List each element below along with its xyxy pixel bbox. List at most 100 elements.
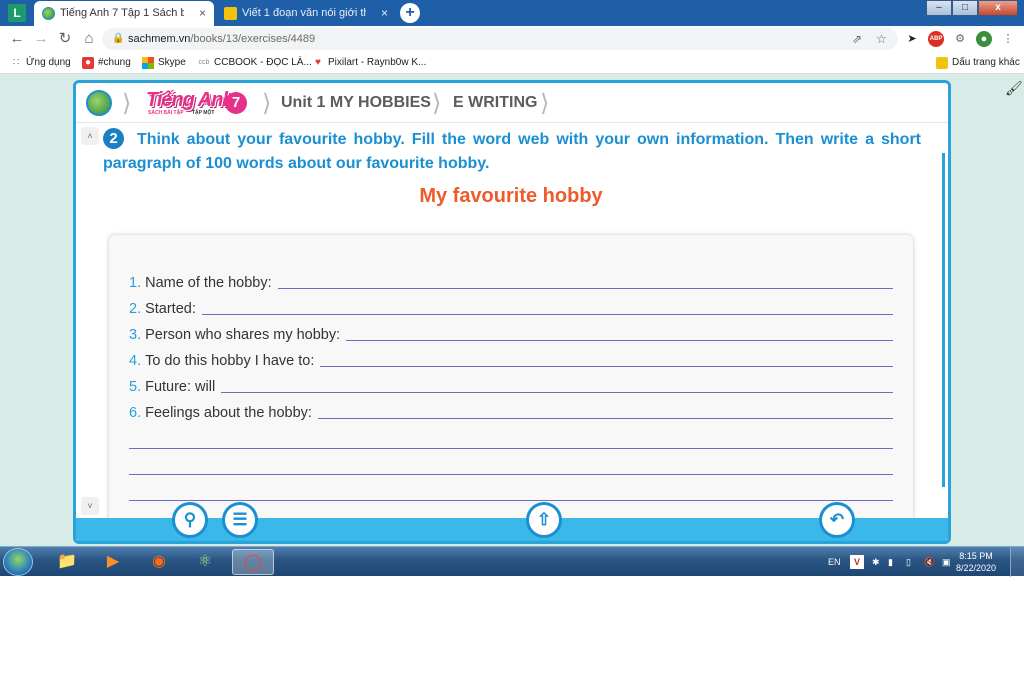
search-magnifier-button[interactable]: ⚲ (172, 502, 208, 538)
maximize-button[interactable]: □ (952, 0, 978, 16)
reload-icon[interactable]: ↻ (56, 30, 74, 48)
bookmark-ccbook[interactable]: ccb CCBOOK - ĐỌC LÀ... (198, 56, 312, 70)
answer-line[interactable] (277, 288, 893, 289)
item-label: Person who shares my hobby: (145, 327, 341, 343)
windows-taskbar: 📁 ▶ ◉ ⚛ ◯ EN V ✱ ▮ ▯ 🔇 ▣ 8:15 PM 8/22/20… (0, 546, 1024, 577)
system-clock[interactable]: 8:15 PM 8/22/2020 (956, 550, 996, 574)
tab-close-icon[interactable]: × (381, 1, 388, 26)
answer-line[interactable] (317, 418, 893, 419)
media-player-icon[interactable]: ▶ (94, 549, 132, 575)
close-window-button[interactable]: x (978, 0, 1018, 16)
lock-icon: 🔒 (112, 33, 125, 44)
exercise-instruction: Think about your favourite hobby. Fill t… (103, 131, 921, 172)
home-globe-icon[interactable] (86, 90, 112, 116)
back-undo-button[interactable]: ↶ (819, 502, 855, 538)
clock-date: 8/22/2020 (955, 563, 996, 573)
bookmark-label: CCBOOK - ĐỌC LÀ... (214, 57, 312, 68)
browser-tab-strip: L Tiếng Anh 7 Tập 1 Sách bài tập - × Viế… (0, 0, 1024, 26)
clock-time: 8:15 PM (959, 551, 993, 561)
bookmark-other[interactable]: Dấu trang khác (936, 56, 1020, 70)
show-desktop-button[interactable] (1010, 547, 1024, 577)
book-frame: ⟩ Tiếng Anh SÁCH BÀI TẬP TẬP MỘT 7 ⟩ Uni… (73, 80, 951, 544)
bookmark-label: Skype (158, 57, 186, 68)
bookmark-label: #chung (98, 57, 131, 68)
scroll-up-button[interactable]: ˄ (81, 127, 99, 145)
answer-line[interactable] (320, 366, 893, 367)
paragraph-line[interactable] (129, 448, 893, 449)
globe-favicon-icon (42, 7, 55, 20)
puzzle-extension-icon[interactable]: ⚙ (952, 31, 968, 47)
tab-close-icon[interactable]: × (199, 1, 206, 26)
cursor-extension-icon[interactable]: ➤ (904, 31, 920, 47)
tab-title: Tiếng Anh 7 Tập 1 Sách bài tập - (60, 7, 184, 19)
app-badge-icon[interactable]: L (8, 4, 26, 22)
bottom-toolbar: ⚲ ☰ ⇧ ↶ (76, 502, 948, 541)
bluetooth-icon[interactable]: ✱ (872, 547, 880, 577)
folder-icon (936, 57, 948, 69)
v-app-icon[interactable]: V (850, 555, 864, 569)
chevron-right-icon: ⟩ (432, 90, 442, 117)
item-number: 4. (129, 353, 142, 369)
item-label: Started: (145, 301, 196, 317)
chrome-taskbar-icon[interactable]: ◯ (232, 549, 274, 575)
file-explorer-icon[interactable]: 📁 (48, 549, 86, 575)
volume-muted-icon[interactable]: 🔇 (924, 547, 935, 577)
answer-line[interactable] (346, 340, 893, 341)
paintbrush-icon[interactable]: 🖌 (1005, 80, 1023, 97)
windows-icon (142, 57, 154, 69)
chat-icon: ● (82, 57, 94, 69)
logo-grade-badge: 7 (225, 92, 247, 114)
bookmark-apps[interactable]: ∷ Ứng dụng (10, 56, 71, 70)
bookmark-label: Pixilart - Raynb0w K... (328, 57, 427, 68)
exercise-content: ˄ ˅ 2 Think about your favourite hobby. … (76, 123, 946, 525)
language-indicator[interactable]: EN (828, 547, 841, 577)
minimize-button[interactable]: – (926, 0, 952, 16)
worksheet-card: 1. Name of the hobby: 2. Started: 3. Per… (109, 235, 913, 525)
back-arrow-icon[interactable]: ← (8, 30, 26, 48)
tab-inactive[interactable]: Viết 1 đoạn văn nói giới thiệu về × (216, 1, 396, 26)
battery-icon[interactable]: ▯ (906, 547, 911, 577)
logo-volume: TẬP MỘT (192, 110, 215, 116)
profile-avatar[interactable]: ● (976, 31, 992, 47)
worksheet-item-hobby-name: 1. Name of the hobby: (129, 271, 893, 291)
breadcrumb-unit[interactable]: Unit 1 MY HOBBIES (281, 94, 431, 112)
logo-title: Tiếng Anh (146, 89, 235, 111)
home-icon[interactable]: ⌂ (80, 30, 98, 48)
new-tab-button[interactable]: + (400, 3, 420, 23)
upload-cloud-button[interactable]: ⇧ (526, 502, 562, 538)
tab-title: Viết 1 đoạn văn nói giới thiệu về (242, 7, 366, 19)
tab-active[interactable]: Tiếng Anh 7 Tập 1 Sách bài tập - × (34, 1, 214, 26)
start-button-icon[interactable] (3, 548, 33, 576)
menu-list-button[interactable]: ☰ (222, 502, 258, 538)
bookmark-star-icon[interactable]: ☆ (876, 28, 887, 50)
answer-line[interactable] (201, 314, 893, 315)
bookmark-skype[interactable]: Skype (142, 56, 186, 70)
worksheet-item-future: 5. Future: will (129, 375, 893, 395)
network-icon[interactable]: ▣ (942, 547, 951, 577)
item-number: 6. (129, 405, 142, 421)
item-label: Feelings about the hobby: (145, 405, 312, 421)
page-viewport: 🖌 ⟩ Tiếng Anh SÁCH BÀI TẬP TẬP MỘT 7 ⟩ U… (0, 74, 1024, 546)
bookmark-pixilart[interactable]: ♥ Pixilart - Raynb0w K... (312, 56, 426, 70)
url-path: /books/13/exercises/4489 (190, 33, 316, 45)
forward-arrow-icon[interactable]: → (32, 30, 50, 48)
paragraph-line[interactable] (129, 474, 893, 475)
menu-kebab-icon[interactable]: ⋮ (1000, 31, 1016, 47)
scroll-down-button[interactable]: ˅ (81, 497, 99, 515)
firefox-icon[interactable]: ◉ (140, 549, 178, 575)
paragraph-line[interactable] (129, 500, 893, 501)
item-label: To do this hobby I have to: (145, 353, 315, 369)
breadcrumb-section[interactable]: E WRITING (453, 94, 537, 112)
window-controls: – □ x (926, 0, 1018, 16)
open-external-icon[interactable]: ⇗ (852, 28, 862, 50)
answer-line[interactable] (221, 392, 893, 393)
item-number: 3. (129, 327, 142, 343)
bookmark-chung[interactable]: ● #chung (82, 56, 131, 70)
adblock-icon[interactable]: ABP (928, 31, 944, 47)
app-green-icon[interactable]: ⚛ (186, 549, 224, 575)
address-bar[interactable]: 🔒 sachmem.vn/books/13/exercises/4489 ⇗ ☆ (102, 28, 898, 50)
signal-icon[interactable]: ▮ (888, 547, 893, 577)
item-label: Name of the hobby: (145, 275, 272, 291)
heart-icon: ♥ (315, 57, 321, 68)
worksheet-item-started: 2. Started: (129, 297, 893, 317)
